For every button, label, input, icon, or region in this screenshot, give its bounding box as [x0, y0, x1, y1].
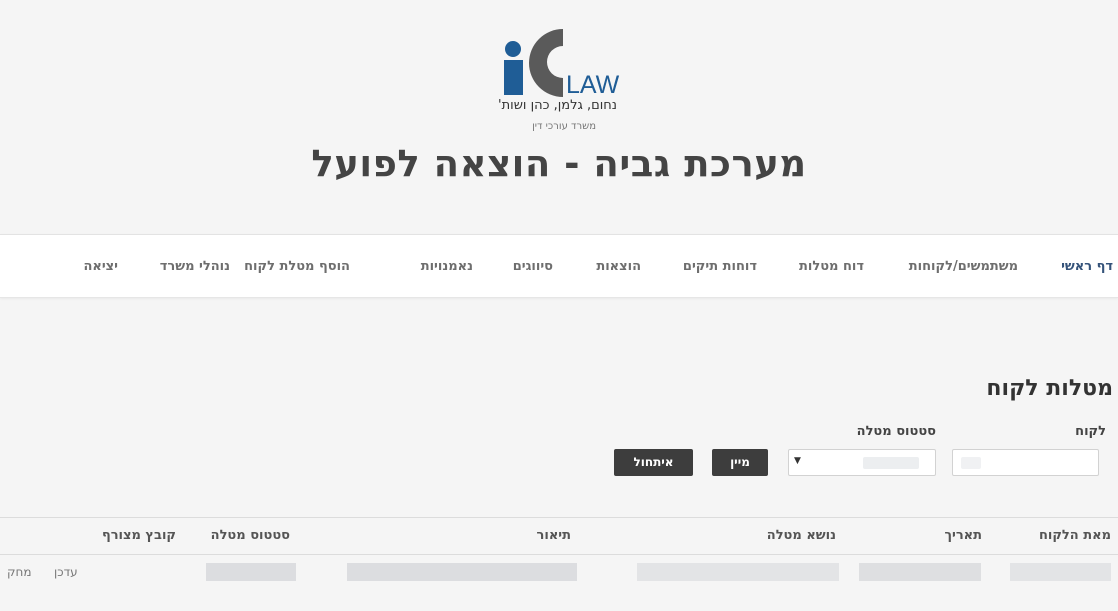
client-filter-input[interactable] — [952, 449, 1099, 476]
nav-item-office-procedures[interactable]: נוהלי משרד — [160, 259, 230, 274]
nav-item-home[interactable]: דף ראשי — [1061, 259, 1113, 274]
sort-button[interactable]: מיין — [712, 449, 768, 476]
main-nav: דף ראשי משתמשים/לקוחות דוח מטלות דוחות ת… — [0, 234, 1118, 298]
firm-subtitle: משרד עורכי דין — [532, 121, 596, 132]
nav-item-classifications[interactable]: סיווגים — [513, 259, 553, 274]
redacted-value — [961, 457, 981, 469]
firm-name: נחום, גלמן, כהן ושות' — [498, 98, 617, 113]
redacted-cell — [206, 563, 296, 581]
column-header-date[interactable]: תאריך — [944, 528, 982, 543]
table-row: עדכן מחק — [0, 554, 1118, 591]
site-header: LAW נחום, גלמן, כהן ושות' משרד עורכי דין… — [0, 0, 1118, 234]
column-header-task-status[interactable]: סטטוס מטלה — [211, 528, 290, 543]
column-header-task-subject[interactable]: נושא מטלה — [767, 528, 836, 543]
delete-link[interactable]: מחק — [7, 565, 32, 579]
nav-item-add-client-task[interactable]: הוסף מטלת לקוח — [244, 259, 350, 274]
table-header: מאת הלקוח תאריך נושא מטלה תיאור סטטוס מט… — [0, 517, 1118, 555]
nav-item-logout[interactable]: יציאה — [83, 259, 118, 274]
redacted-value — [863, 457, 919, 469]
edit-link[interactable]: עדכן — [54, 565, 78, 579]
firm-logo[interactable]: LAW נחום, גלמן, כהן ושות' משרד עורכי דין — [498, 25, 625, 140]
nav-item-tasks-report[interactable]: דוח מטלות — [799, 259, 864, 274]
svg-text:LAW: LAW — [566, 71, 620, 99]
site-title: מערכת גביה - הוצאה לפועל — [311, 142, 807, 185]
status-filter-select[interactable]: ▼ — [788, 449, 936, 476]
column-header-description[interactable]: תיאור — [537, 528, 571, 543]
redacted-cell — [1010, 563, 1111, 581]
column-header-from-client[interactable]: מאת הלקוח — [1039, 528, 1111, 543]
nav-item-trusts[interactable]: נאמנויות — [421, 259, 473, 274]
column-header-attachment[interactable]: קובץ מצורף — [102, 528, 176, 543]
redacted-cell — [637, 563, 839, 581]
client-filter-label: לקוח — [1075, 424, 1106, 439]
reset-button[interactable]: איתחול — [614, 449, 693, 476]
chevron-down-icon: ▼ — [794, 456, 801, 466]
nav-item-expenses[interactable]: הוצאות — [596, 259, 641, 274]
status-filter-label: סטטוס מטלה — [856, 424, 936, 439]
ic-logo-icon: LAW — [504, 29, 620, 99]
redacted-cell — [859, 563, 981, 581]
nav-item-users-clients[interactable]: משתמשים/לקוחות — [909, 259, 1018, 274]
page-title: מטלות לקוח — [986, 376, 1113, 401]
redacted-cell — [347, 563, 577, 581]
nav-item-case-reports[interactable]: דוחות תיקים — [683, 259, 757, 274]
